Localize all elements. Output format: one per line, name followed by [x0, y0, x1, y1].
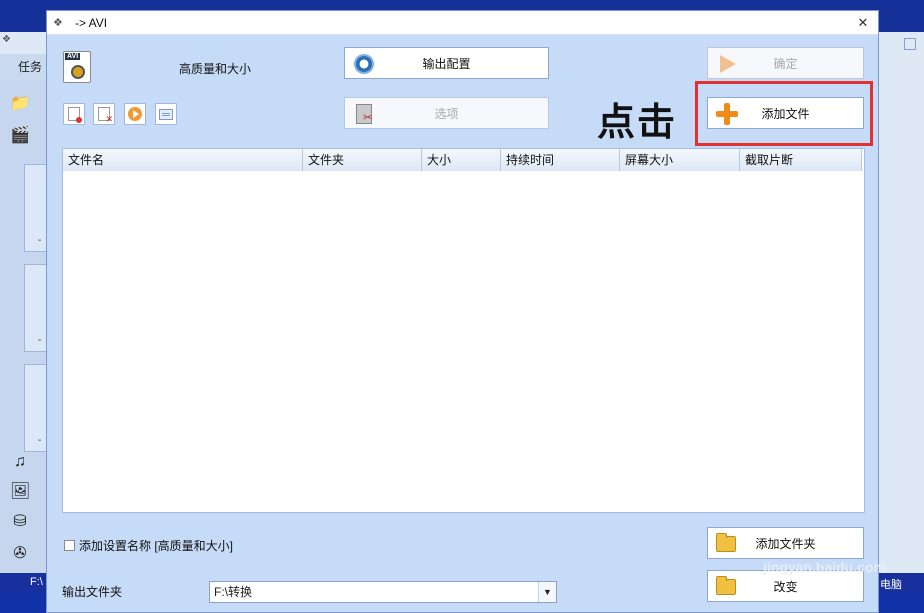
chevron-down-icon[interactable]: ▼ — [538, 582, 556, 602]
add-settings-name-row: 添加设置名称 [高质量和大小] — [64, 537, 233, 554]
app-logo-icon: ❖ — [2, 34, 11, 45]
film-scissors-icon — [353, 103, 375, 125]
preview-thumbnail — [24, 164, 48, 252]
folder-icon[interactable]: 📁 — [10, 94, 30, 114]
output-config-button[interactable]: 输出配置 — [344, 47, 549, 79]
click-annotation: 点击 — [597, 99, 678, 144]
image-icon[interactable]: 🖼 — [10, 482, 30, 502]
music-note-icon[interactable]: ♫ — [10, 452, 30, 472]
maximize-icon[interactable] — [904, 38, 916, 50]
preview-thumbnail — [24, 364, 48, 452]
change-folder-button[interactable]: 改变 — [707, 570, 864, 602]
add-folder-button[interactable]: 添加文件夹 — [707, 527, 864, 559]
column-header-size[interactable]: 大小 — [422, 149, 501, 171]
plus-icon — [716, 103, 738, 125]
clear-list-button[interactable] — [93, 103, 115, 125]
status-computer: 电脑 — [880, 579, 902, 591]
thumbnail-caption: - — [38, 335, 42, 346]
confirm-label: 确定 — [773, 56, 798, 71]
dialog-title: -> AVI — [75, 16, 108, 30]
remove-document-icon — [68, 107, 82, 123]
file-list-header: 文件名 文件夹 大小 持续时间 屏幕大小 截取片断 — [63, 149, 862, 171]
media-info-button[interactable] — [155, 103, 177, 125]
dialog-titlebar[interactable]: ❖ -> AVI ✕ — [47, 11, 878, 35]
folder-icon — [716, 533, 738, 555]
column-header-duration[interactable]: 持续时间 — [501, 149, 620, 171]
output-folder-value: F:\转换 — [214, 585, 252, 599]
menu-item-task[interactable]: 任务 — [18, 58, 42, 75]
folder-icon — [716, 576, 738, 598]
play-icon — [128, 107, 142, 121]
add-file-label: 添加文件 — [761, 106, 810, 121]
output-folder-label: 输出文件夹 — [62, 585, 123, 599]
background-right-panel — [878, 32, 924, 573]
column-header-screen-size[interactable]: 屏幕大小 — [620, 149, 740, 171]
column-header-clip[interactable]: 截取片断 — [740, 149, 862, 171]
close-icon[interactable]: ✕ — [853, 13, 873, 33]
column-header-filename[interactable]: 文件名 — [63, 149, 303, 171]
output-config-label: 输出配置 — [422, 56, 471, 71]
thumbnail-caption: - — [38, 435, 42, 446]
background-left-panel: 📁 🎬 - - - ♫ 🖼 ⛁ ✇ — [0, 80, 48, 580]
preview-thumbnail — [24, 264, 48, 352]
arrow-right-icon — [716, 53, 738, 75]
options-button[interactable]: 选项 — [344, 97, 549, 129]
clapperboard-icon[interactable]: 🎬 — [10, 126, 30, 146]
app-logo-icon: ❖ — [53, 17, 63, 29]
add-settings-name-label: 添加设置名称 [高质量和大小] — [79, 539, 234, 553]
column-header-folder[interactable]: 文件夹 — [303, 149, 422, 171]
options-label: 选项 — [434, 106, 459, 121]
add-folder-label: 添加文件夹 — [755, 536, 816, 551]
add-file-button[interactable]: 添加文件 — [707, 97, 864, 129]
delete-document-icon — [98, 107, 113, 125]
film-reel-icon[interactable]: ✇ — [10, 544, 30, 564]
window-icon — [159, 108, 173, 120]
avi-format-icon: AVI — [63, 51, 91, 83]
change-folder-label: 改变 — [773, 579, 798, 594]
gear-icon — [353, 53, 375, 75]
status-path: F:\ — [30, 576, 43, 588]
confirm-button[interactable]: 确定 — [707, 47, 864, 79]
add-settings-name-checkbox[interactable] — [64, 540, 75, 551]
file-list[interactable]: 文件名 文件夹 大小 持续时间 屏幕大小 截取片断 — [62, 148, 865, 513]
output-folder-select[interactable]: F:\转换 ▼ — [209, 581, 557, 603]
thumbnail-caption: - — [38, 235, 42, 246]
drive-icon[interactable]: ⛁ — [10, 512, 30, 532]
remove-file-button[interactable] — [63, 103, 85, 125]
quality-label: 高质量和大小 — [179, 62, 252, 76]
avi-convert-dialog: ❖ -> AVI ✕ AVI 高质量和大小 输出配置 选项 确定 添加文件 点击 — [46, 10, 886, 613]
play-button[interactable] — [124, 103, 146, 125]
